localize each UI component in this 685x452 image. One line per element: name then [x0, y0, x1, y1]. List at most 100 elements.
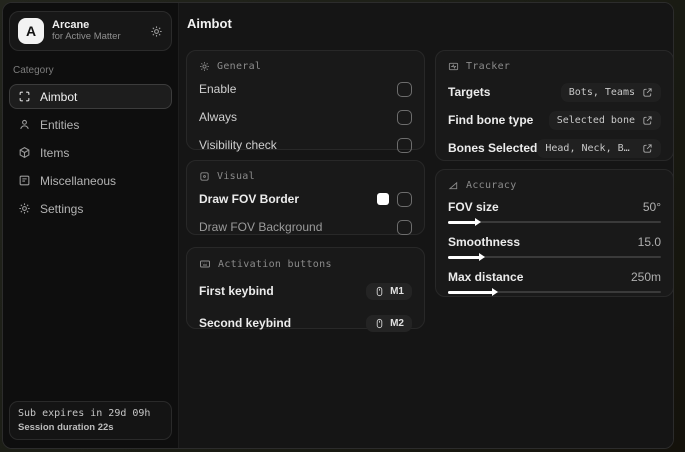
bones-selected-dropdown[interactable]: Head, Neck, Body, Pe.. [537, 138, 661, 158]
general-card: General Enable Always Visibility check [186, 50, 425, 153]
category-nav: Aimbot Entities Items Miscellaneous Sett… [9, 84, 172, 221]
second-keybind-button[interactable]: M2 [366, 314, 412, 332]
general-card-header: General [199, 61, 412, 72]
visibility-check-checkbox[interactable] [397, 137, 412, 153]
setting-label: First keybind [199, 284, 274, 298]
fov-border-controls [377, 191, 412, 207]
sidebar-item-miscellaneous[interactable]: Miscellaneous [9, 168, 172, 193]
mouse-icon [374, 318, 385, 329]
fov-border-checkbox[interactable] [397, 191, 412, 207]
angle-triangle-icon [448, 180, 459, 191]
max-distance-slider[interactable] [448, 288, 661, 296]
slider-label: FOV size [448, 200, 499, 214]
card-title: General [217, 61, 262, 72]
max-distance-slider-group: Max distance 250m [448, 270, 661, 296]
setting-label: Bones Selected [448, 141, 538, 155]
setting-row-enable: Enable [199, 78, 412, 100]
brand-card: A Arcane for Active Matter [9, 11, 172, 51]
slider-fill [448, 290, 493, 294]
visual-card: Visual Draw FOV Border Draw FOV Backgrou… [186, 160, 425, 235]
fov-border-color-swatch[interactable] [377, 193, 389, 205]
keybind-value: M2 [390, 317, 404, 329]
setting-label: Draw FOV Background [199, 220, 323, 234]
sidebar-item-label: Aimbot [40, 89, 78, 104]
gear-icon [199, 61, 210, 72]
setting-row-targets: Targets Bots, Teams [448, 80, 661, 104]
mouse-icon [374, 286, 385, 297]
slider-value: 250m [630, 270, 661, 284]
slider-header: FOV size 50° [448, 200, 661, 214]
setting-label: Draw FOV Border [199, 192, 300, 206]
subscription-info-box: Sub expires in 29d 09h Session duration … [9, 401, 172, 440]
slider-fill [448, 255, 480, 259]
sidebar-item-settings[interactable]: Settings [9, 196, 172, 221]
expand-icon [642, 143, 653, 154]
smoothness-slider-group: Smoothness 15.0 [448, 235, 661, 261]
setting-row-bones-selected: Bones Selected Head, Neck, Body, Pe.. [448, 136, 661, 160]
slider-fill [448, 220, 476, 224]
slider-thumb[interactable] [491, 288, 498, 296]
keybind-value: M1 [390, 285, 404, 297]
slider-value: 15.0 [637, 235, 661, 249]
find-bone-type-dropdown[interactable]: Selected bone [548, 110, 661, 130]
panel-list-icon [18, 174, 31, 187]
expand-icon [642, 87, 653, 98]
sidebar-item-label: Entities [40, 117, 80, 132]
category-label: Category [13, 65, 54, 76]
activation-buttons-card: Activation buttons First keybind M1 Seco… [186, 247, 425, 332]
brand-name: Arcane [52, 19, 90, 32]
accuracy-card-header: Accuracy [448, 180, 661, 191]
visual-card-header: Visual [199, 171, 412, 182]
fov-size-slider[interactable] [448, 218, 661, 226]
sidebar-item-entities[interactable]: Entities [9, 112, 172, 137]
targets-dropdown[interactable]: Bots, Teams [560, 82, 661, 102]
main-content: Aimbot General Enable Always Visibility … [179, 3, 673, 448]
session-duration-text: Session duration 22s [18, 422, 114, 433]
slider-label: Max distance [448, 270, 524, 284]
dropdown-value: Bots, Teams [568, 86, 635, 98]
fov-size-slider-group: FOV size 50° [448, 200, 661, 226]
slider-thumb[interactable] [478, 253, 485, 261]
enable-checkbox[interactable] [397, 81, 412, 97]
setting-label: Targets [448, 85, 491, 99]
smoothness-slider[interactable] [448, 253, 661, 261]
card-title: Tracker [466, 61, 511, 72]
person-icon [18, 118, 31, 131]
slider-thumb[interactable] [474, 218, 481, 226]
always-checkbox[interactable] [397, 109, 412, 125]
accuracy-card: Accuracy FOV size 50° Smoothness 15.0 Ma… [435, 169, 673, 297]
fov-background-checkbox[interactable] [397, 219, 412, 235]
crosshair-icon [18, 90, 31, 103]
sidebar-item-label: Items [40, 145, 70, 160]
monitor-pulse-icon [448, 61, 459, 72]
page-title: Aimbot [187, 16, 232, 31]
sidebar: A Arcane for Active Matter Category Aimb… [3, 3, 179, 448]
dropdown-value: Selected bone [556, 114, 635, 126]
setting-row-fov-border: Draw FOV Border [199, 188, 412, 210]
sidebar-item-items[interactable]: Items [9, 140, 172, 165]
setting-row-always: Always [199, 106, 412, 128]
setting-label: Find bone type [448, 113, 534, 127]
gear-icon[interactable] [150, 25, 163, 38]
setting-label: Always [199, 110, 238, 124]
setting-row-fov-background: Draw FOV Background [199, 216, 412, 238]
keyboard-icon [199, 258, 211, 270]
dropdown-value: Head, Neck, Body, Pe.. [545, 142, 635, 154]
app-window: A Arcane for Active Matter Category Aimb… [2, 2, 674, 449]
brand-logo: A [18, 18, 44, 44]
sidebar-item-label: Miscellaneous [40, 173, 117, 188]
gear-icon [18, 202, 31, 215]
slider-value: 50° [642, 200, 661, 214]
first-keybind-button[interactable]: M1 [366, 282, 412, 300]
tracker-card: Tracker Targets Bots, Teams Find bone ty… [435, 50, 673, 161]
brand-text: Arcane for Active Matter [52, 19, 142, 43]
tracker-card-header: Tracker [448, 61, 661, 72]
setting-label: Visibility check [199, 138, 277, 152]
cube-icon [18, 146, 31, 159]
setting-row-second-keybind: Second keybind M2 [199, 310, 412, 336]
setting-row-first-keybind: First keybind M1 [199, 278, 412, 304]
sidebar-item-aimbot[interactable]: Aimbot [9, 84, 172, 109]
setting-label: Second keybind [199, 316, 292, 330]
slider-header: Max distance 250m [448, 270, 661, 284]
frame-icon [199, 171, 210, 182]
